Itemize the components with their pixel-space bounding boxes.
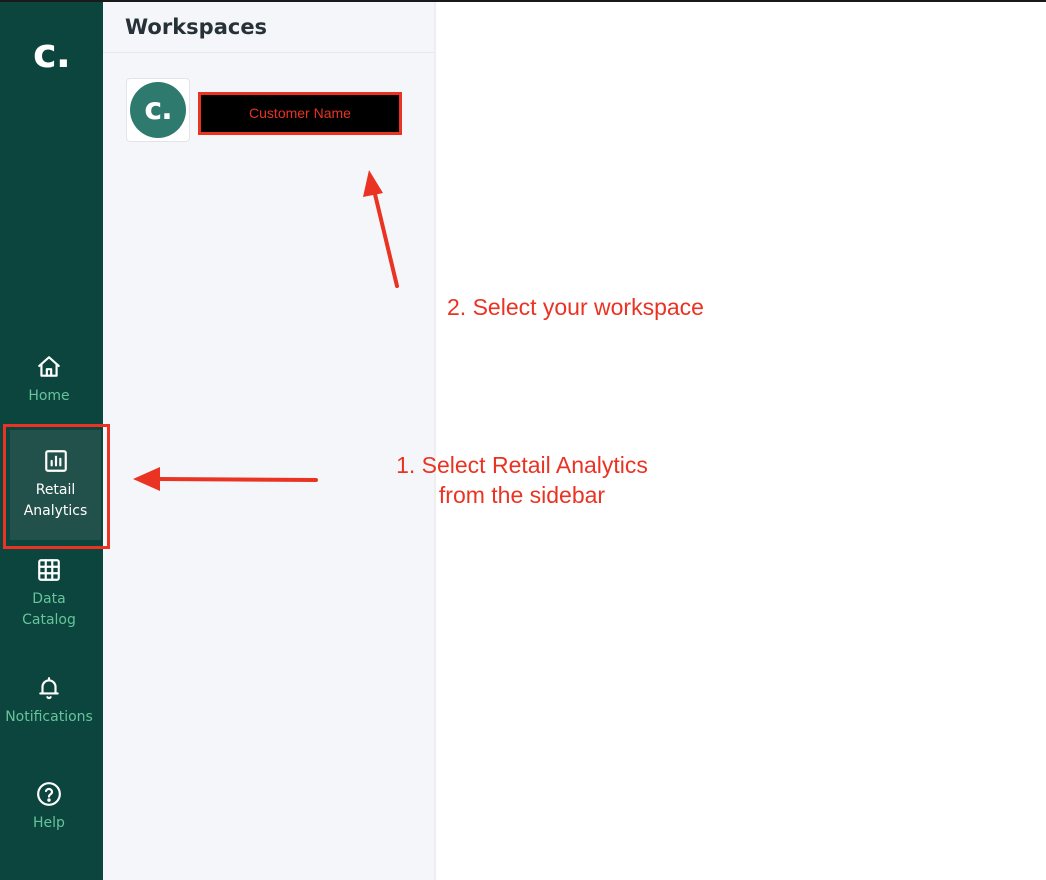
sidebar-item-label: Data Catalog: [22, 591, 76, 628]
sidebar-item-home[interactable]: Home: [0, 354, 98, 407]
bar-chart-icon: [44, 450, 67, 472]
workspaces-title: Workspaces: [103, 2, 434, 53]
sidebar-item-label: Home: [28, 388, 70, 404]
home-icon: [38, 356, 60, 377]
sidebar-item-data-catalog[interactable]: Data Catalog: [0, 557, 98, 631]
workspace-card[interactable]: c.: [126, 78, 190, 142]
grid-icon: [38, 559, 60, 581]
annotation-step-1: 1. Select Retail Analytics from the side…: [396, 452, 648, 508]
sidebar: c. Home Retail Analytics Data Catalog No…: [0, 2, 103, 880]
sidebar-item-label: Help: [33, 815, 65, 831]
bell-icon: [39, 677, 59, 700]
help-circle-icon: [37, 782, 61, 806]
annotation-step-2: 2. Select your workspace: [447, 294, 704, 320]
workspaces-panel: Workspaces c. Customer Name: [103, 2, 436, 880]
workspace-avatar: c.: [130, 82, 186, 138]
sidebar-item-retail-analytics[interactable]: Retail Analytics: [10, 430, 101, 540]
page: c. Home Retail Analytics Data Catalog No…: [0, 0, 1046, 880]
sidebar-item-label: Retail Analytics: [23, 482, 88, 519]
app-logo[interactable]: c.: [0, 30, 103, 78]
workspace-name[interactable]: Customer Name: [198, 92, 402, 135]
sidebar-item-notifications[interactable]: Notifications: [0, 675, 98, 728]
sidebar-item-label: Notifications: [5, 709, 93, 725]
sidebar-item-help[interactable]: Help: [0, 781, 98, 834]
